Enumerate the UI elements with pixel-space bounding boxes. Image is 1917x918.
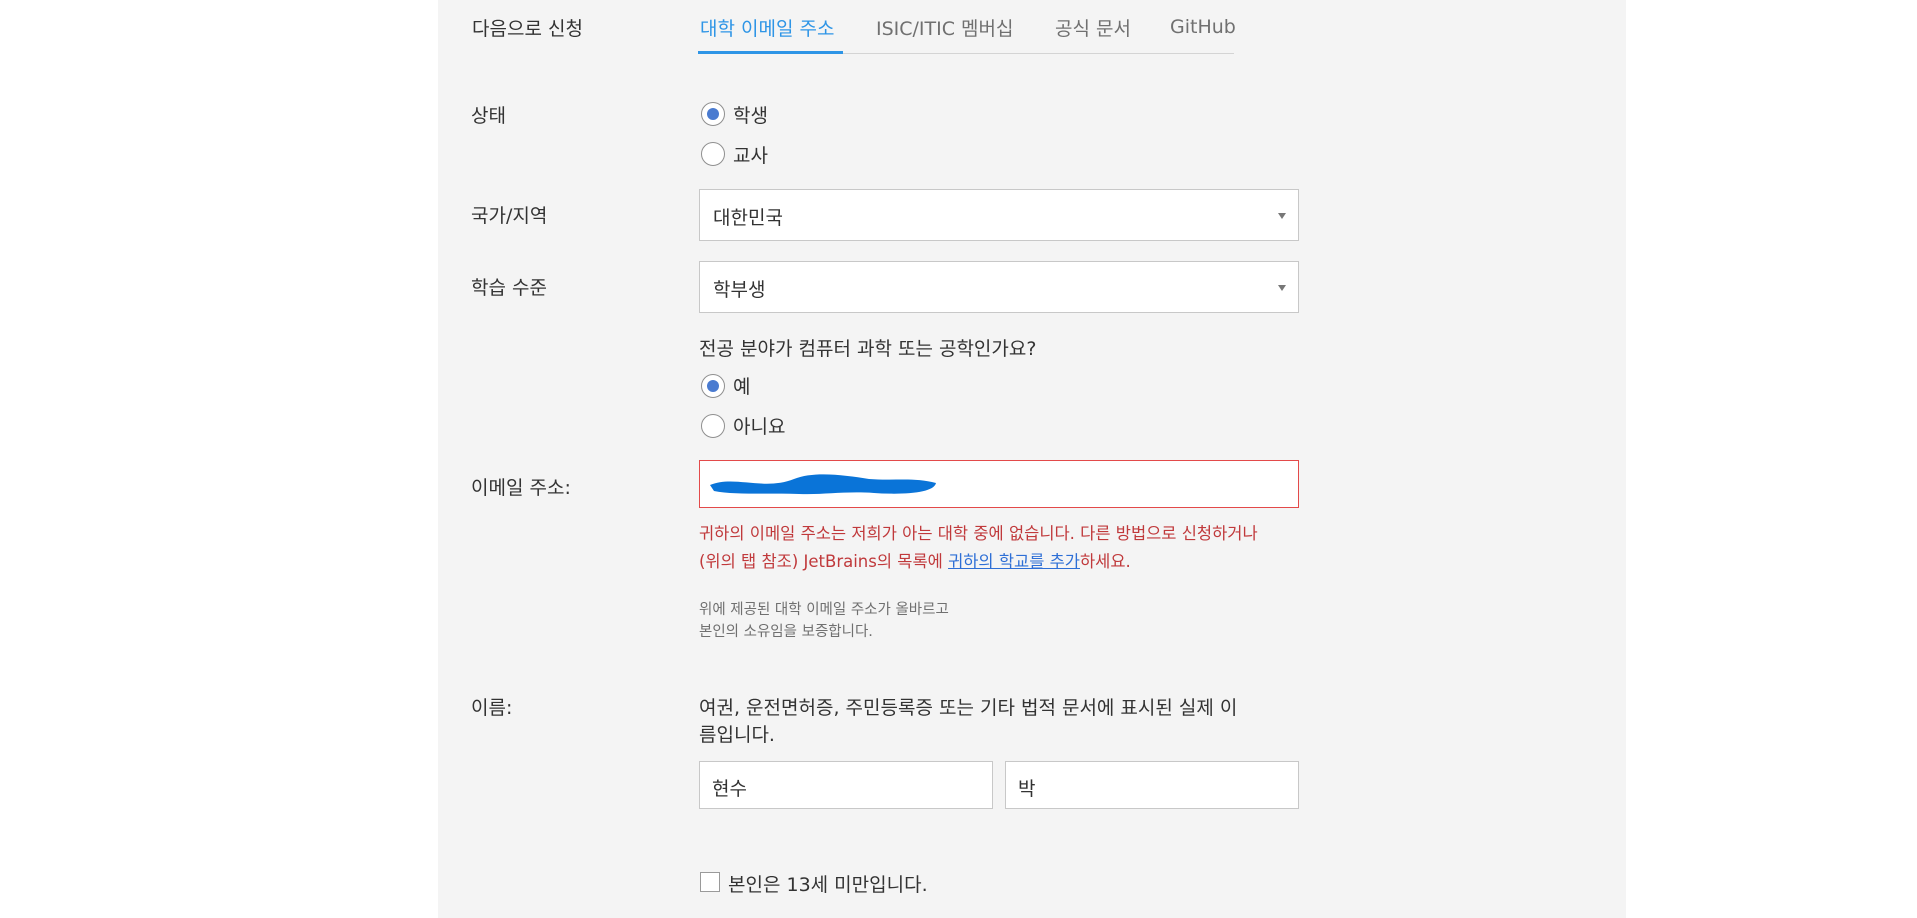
chevron-down-icon [1278, 213, 1286, 219]
name-hint-line1: 여권, 운전면허증, 주민등록증 또는 기타 법적 문서에 표시된 실제 이 [699, 697, 1238, 719]
tab-university-email[interactable]: 대학 이메일 주소 [700, 14, 834, 41]
status-student-radio[interactable] [701, 102, 725, 126]
study-level-label: 학습 수준 [471, 277, 547, 299]
email-note-line1: 위에 제공된 대학 이메일 주소가 올바르고 [699, 602, 949, 618]
major-yes-label[interactable]: 예 [733, 372, 750, 399]
redaction-scribble [710, 474, 936, 495]
first-name-input[interactable]: 현수 [699, 761, 993, 809]
major-no-label[interactable]: 아니요 [733, 412, 785, 439]
tab-official-document[interactable]: 공식 문서 [1055, 14, 1131, 41]
email-note-line2: 본인의 소유임을 보증합니다. [699, 624, 873, 640]
email-error-text-pre: (위의 탭 참조) JetBrains의 목록에 [699, 552, 949, 571]
apply-with-label: 다음으로 신청 [472, 18, 583, 40]
first-name-value: 현수 [712, 778, 747, 800]
major-question: 전공 분야가 컴퓨터 과학 또는 공학인가요? [699, 338, 1037, 360]
name-label: 이름: [471, 697, 513, 719]
email-field[interactable] [699, 460, 1299, 508]
email-label: 이메일 주소: [471, 477, 571, 499]
email-error-text-post: 하세요. [1080, 552, 1131, 571]
status-student-label[interactable]: 학생 [733, 101, 768, 128]
chevron-down-icon [1278, 285, 1286, 291]
last-name-input[interactable]: 박 [1005, 761, 1299, 809]
country-select-value: 대한민국 [713, 207, 783, 229]
tab-isic-itic[interactable]: ISIC/ITIC 멤버십 [876, 14, 1014, 41]
under-13-label[interactable]: 본인은 13세 미만입니다. [728, 870, 928, 897]
country-label: 국가/지역 [471, 205, 548, 227]
status-teacher-radio[interactable] [701, 142, 725, 166]
status-teacher-label[interactable]: 교사 [733, 141, 768, 168]
under-13-checkbox[interactable] [700, 872, 720, 892]
study-level-select[interactable]: 학부생 [699, 261, 1299, 313]
country-select[interactable]: 대한민국 [699, 189, 1299, 241]
study-level-select-value: 학부생 [713, 279, 766, 301]
add-school-link[interactable]: 귀하의 학교를 추가 [948, 552, 1080, 571]
major-no-radio[interactable] [701, 414, 725, 438]
status-label: 상태 [471, 105, 506, 127]
major-yes-radio[interactable] [701, 374, 725, 398]
name-hint-line2: 름입니다. [699, 724, 775, 746]
email-error-line1: 귀하의 이메일 주소는 저희가 아는 대학 중에 없습니다. 다른 방법으로 신… [699, 524, 1258, 543]
tab-github[interactable]: GitHub [1170, 16, 1236, 38]
last-name-value: 박 [1018, 778, 1036, 800]
email-error-line2: (위의 탭 참조) JetBrains의 목록에 귀하의 학교를 추가하세요. [699, 548, 1131, 576]
active-tab-indicator [698, 51, 843, 54]
